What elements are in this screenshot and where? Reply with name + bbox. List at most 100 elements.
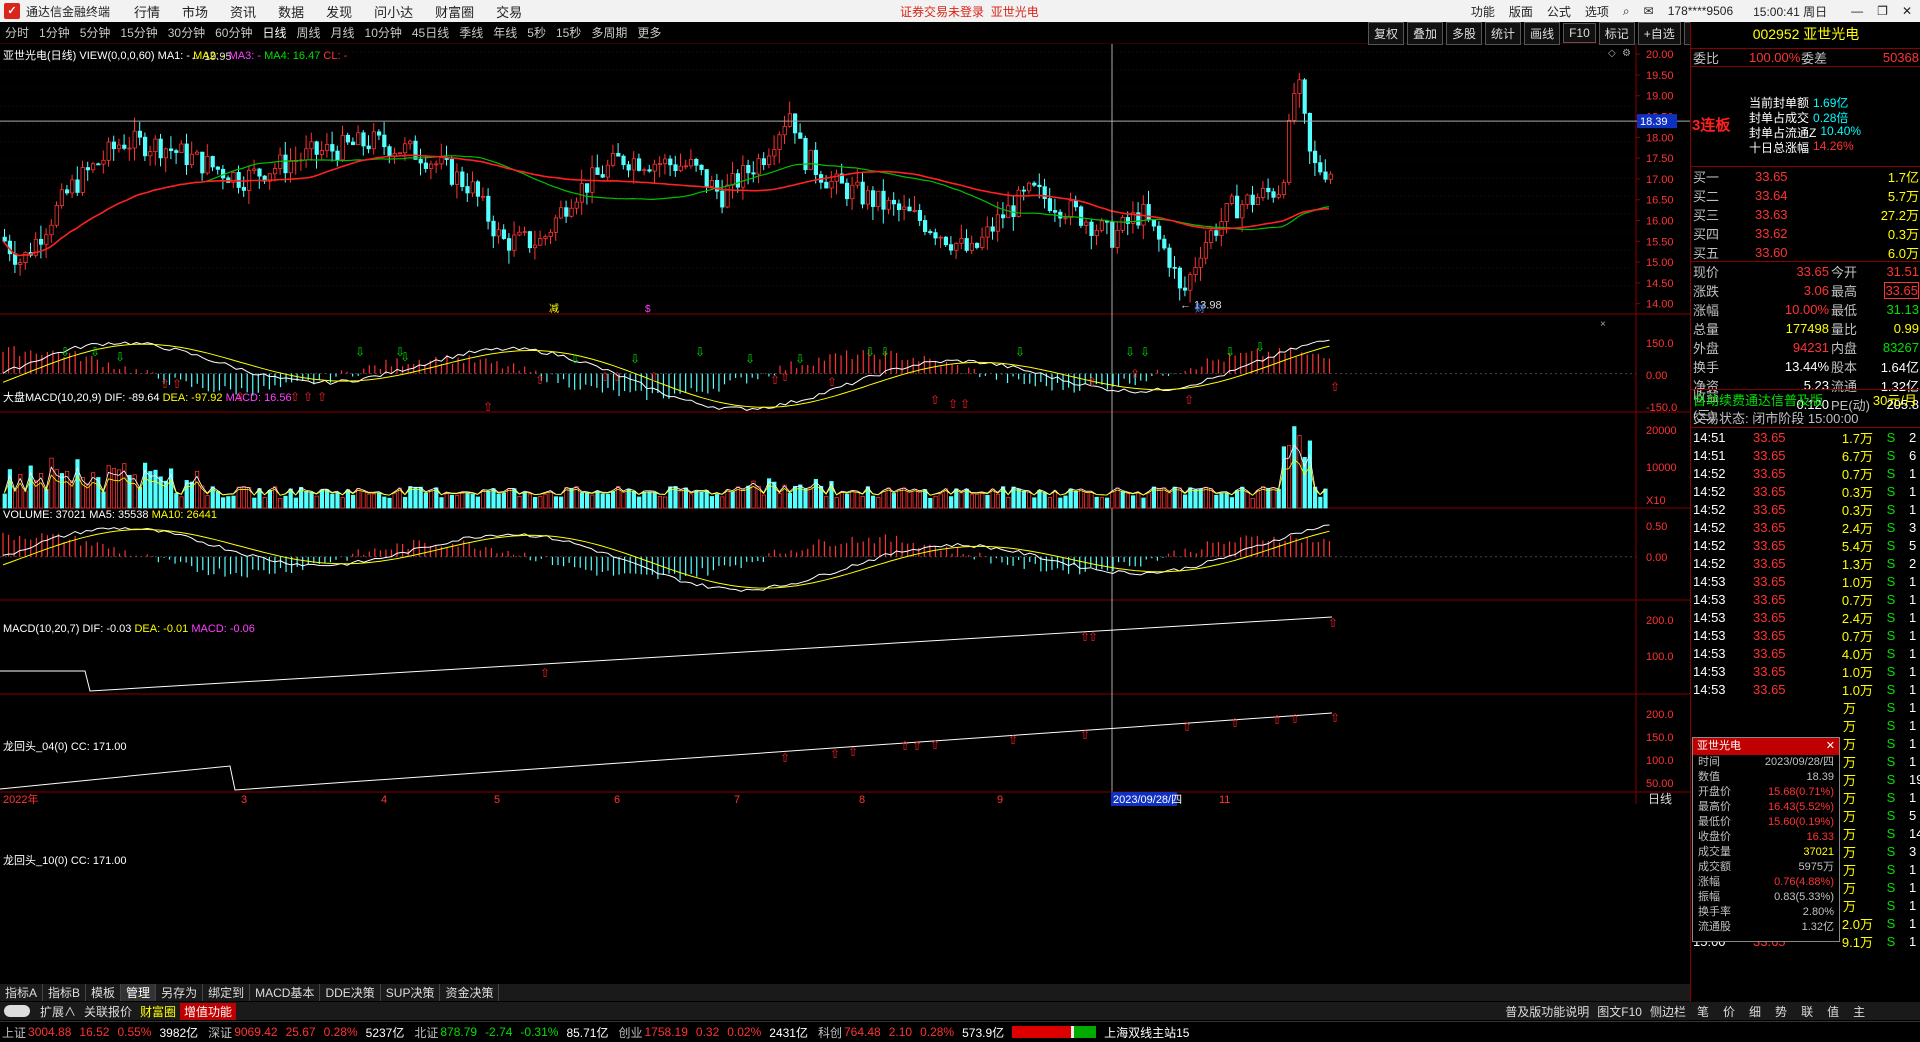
promo-row[interactable]: 自动续费通达信普及版 30元/月	[1691, 389, 1920, 408]
toolbar-btn-3[interactable]: 统计	[1485, 21, 1522, 45]
toolbar-btn-7[interactable]: +自选	[1637, 21, 1681, 45]
toolbar-btn-4[interactable]: 画线	[1524, 21, 1561, 45]
toolbar-btn-6[interactable]: 标记	[1598, 21, 1635, 45]
seal-row: 当前封单额 1.69亿	[1749, 94, 1919, 110]
panel-close-icon[interactable]: ×	[1600, 319, 1606, 330]
toggle-icon[interactable]	[4, 1005, 30, 1017]
indicator-tab-4[interactable]: 另存为	[156, 984, 204, 1001]
period-1[interactable]: 1分钟	[34, 24, 75, 41]
tick-vol-unit: 万	[1843, 700, 1857, 716]
menu-shuju[interactable]: 数据	[278, 2, 304, 21]
candle-body	[1193, 267, 1198, 276]
right-tab-6[interactable]: 主	[1846, 1003, 1872, 1020]
toolbar-btn-5[interactable]: F10	[1563, 23, 1596, 43]
date-axis-period[interactable]: 日线	[1648, 792, 1672, 806]
menu-banmian[interactable]: 版面	[1509, 3, 1533, 20]
user-id[interactable]: 178****9506	[1668, 4, 1733, 18]
volume-bar	[704, 490, 709, 509]
ext-tab-2[interactable]: 财富圈	[136, 1003, 180, 1020]
help-link-1[interactable]: 图文F10	[1593, 1003, 1646, 1020]
candle-body	[122, 144, 127, 149]
bid-row[interactable]: 买五 33.60 6.0万	[1691, 243, 1920, 262]
menu-zixun[interactable]: 资讯	[230, 2, 256, 21]
period-4[interactable]: 30分钟	[163, 24, 210, 41]
login-notice[interactable]: 证券交易未登录 亚世光电	[900, 3, 1039, 20]
bid-row[interactable]: 买四 33.62 0.3万	[1691, 224, 1920, 243]
indicator-tab-6[interactable]: MACD基本	[250, 984, 321, 1001]
index-name[interactable]: 创业	[618, 1024, 642, 1041]
indicator-tab-9[interactable]: 资金决策	[440, 984, 500, 1001]
menu-shichang[interactable]: 市场	[182, 2, 208, 21]
help-link-0[interactable]: 普及版功能说明	[1501, 1003, 1593, 1020]
menu-faxian[interactable]: 发现	[326, 2, 352, 21]
right-tab-3[interactable]: 势	[1768, 1003, 1794, 1020]
server-name[interactable]: 上海双线主站15	[1104, 1024, 1189, 1041]
close-icon[interactable]: ✕	[1826, 738, 1835, 755]
kline-chart[interactable]: ← 19.95← 13.98减 $ 财 ⇩ ⇩ ⇩ ⇩ ⇩⇩ ⇩ ⇩ ⇩ ⇩ ⇩ ⇩ ⇩ ⇩ ⇩ ⇩ ⇩ ⇩⇧ ⇧⇧ ⇧…	[0, 44, 1690, 984]
bid-row[interactable]: 买三 33.63 27.2万	[1691, 205, 1920, 224]
mail-icon[interactable]: ✉	[1644, 4, 1654, 18]
right-tab-0[interactable]: 笔	[1690, 1003, 1716, 1020]
menu-wenxiaoda[interactable]: 问小达	[374, 2, 413, 21]
ext-tab-1[interactable]: 关联报价	[80, 1003, 136, 1020]
minimize-icon[interactable]: —	[1851, 4, 1863, 18]
period-6[interactable]: 日线	[257, 24, 291, 41]
diamond-icon[interactable]: ◇	[1608, 48, 1616, 59]
mark-dollar[interactable]: $	[645, 304, 651, 315]
bid-row[interactable]: 买二 33.64 5.7万	[1691, 186, 1920, 205]
gear-icon[interactable]: ⚙	[1622, 48, 1631, 59]
promo-price[interactable]: 30元/月	[1873, 390, 1917, 409]
bid-row[interactable]: 买一 33.65 1.7亿	[1691, 167, 1920, 186]
search-icon[interactable]: ⌕	[1623, 4, 1630, 19]
toolbar-btn-0[interactable]: 复权	[1368, 21, 1405, 45]
period-10[interactable]: 45日线	[407, 24, 454, 41]
period-16[interactable]: 更多	[632, 24, 666, 41]
period-14[interactable]: 15秒	[551, 24, 586, 41]
period-8[interactable]: 月线	[326, 24, 360, 41]
right-tab-1[interactable]: 价	[1716, 1003, 1742, 1020]
indicator-tab-7[interactable]: DDE决策	[320, 984, 381, 1001]
up-arrow-icon: ⇧	[780, 751, 790, 765]
indicator-tab-5[interactable]: 绑定到	[203, 984, 251, 1001]
toolbar-btn-2[interactable]: 多股	[1446, 21, 1483, 45]
maximize-icon[interactable]: ❐	[1877, 4, 1888, 18]
menu-jiaoyi[interactable]: 交易	[496, 2, 522, 21]
promo-text[interactable]: 自动续费通达信普及版	[1693, 390, 1823, 409]
period-15[interactable]: 多周期	[586, 24, 632, 41]
indicator-tab-1[interactable]: 指标B	[43, 984, 87, 1001]
right-tab-5[interactable]: 值	[1820, 1003, 1846, 1020]
indicator-tab-3[interactable]: 管理	[121, 984, 157, 1001]
indicator-tab-0[interactable]: 指标A	[0, 984, 44, 1001]
index-name[interactable]: 上证	[2, 1024, 26, 1041]
index-name[interactable]: 北证	[414, 1024, 438, 1041]
period-0[interactable]: 分时	[0, 24, 34, 41]
right-tab-2[interactable]: 细	[1742, 1003, 1768, 1020]
help-link-2[interactable]: 侧边栏	[1646, 1003, 1690, 1020]
mark-cai[interactable]: 财	[1195, 302, 1205, 315]
period-2[interactable]: 5分钟	[75, 24, 116, 41]
right-tab-4[interactable]: 联	[1794, 1003, 1820, 1020]
ext-tab-3[interactable]: 增值功能	[180, 1002, 237, 1020]
period-12[interactable]: 年线	[488, 24, 522, 41]
ext-tab-0[interactable]: 扩展∧	[36, 1003, 80, 1020]
period-5[interactable]: 60分钟	[210, 24, 257, 41]
indicator-tab-8[interactable]: SUP决策	[381, 984, 441, 1001]
menu-hangqing[interactable]: 行情	[134, 2, 160, 21]
menu-caifuquan[interactable]: 财富圈	[435, 2, 474, 21]
period-7[interactable]: 周线	[291, 24, 325, 41]
toolbar-btn-1[interactable]: 叠加	[1407, 21, 1444, 45]
menu-xuanxiang[interactable]: 选项	[1585, 3, 1609, 20]
period-13[interactable]: 5秒	[522, 24, 551, 41]
menu-gongshi[interactable]: 公式	[1547, 3, 1571, 20]
index-name[interactable]: 科创	[818, 1024, 842, 1041]
period-9[interactable]: 10分钟	[360, 24, 407, 41]
market-breadth-bar	[1012, 1026, 1097, 1038]
index-name[interactable]: 深证	[208, 1024, 232, 1041]
menu-gongneng[interactable]: 功能	[1471, 3, 1495, 20]
period-3[interactable]: 15分钟	[115, 24, 162, 41]
period-11[interactable]: 季线	[454, 24, 488, 41]
mark-jian[interactable]: 减	[549, 303, 559, 315]
indicator-tab-2[interactable]: 模板	[86, 984, 122, 1001]
close-icon[interactable]: ✕	[1902, 4, 1912, 18]
volume-bar	[1146, 492, 1151, 509]
